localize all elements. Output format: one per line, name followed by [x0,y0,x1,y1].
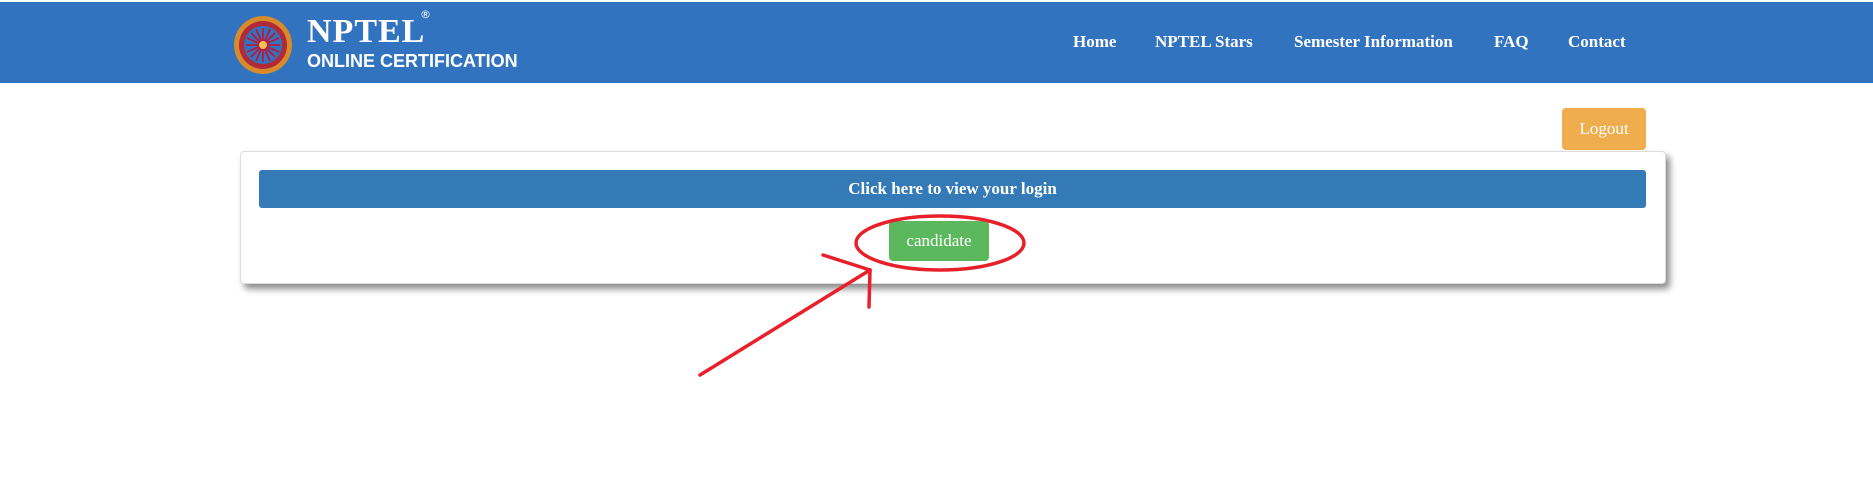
candidate-button[interactable]: candidate [889,221,989,261]
nav-contact[interactable]: Contact [1568,30,1626,54]
nptel-emblem-icon [234,16,292,74]
logout-button[interactable]: Logout [1562,108,1646,150]
nav-home[interactable]: Home [1073,30,1116,54]
brand-subtitle: ONLINE CERTIFICATION [307,51,518,71]
nptel-logo[interactable]: NPTEL ® ONLINE CERTIFICATION [230,8,530,78]
brand-title: NPTEL [307,13,426,50]
top-navbar: NPTEL ® ONLINE CERTIFICATION Home NPTEL … [0,2,1873,83]
registered-mark: ® [420,8,431,21]
nav-nptel-stars[interactable]: NPTEL Stars [1155,30,1253,54]
login-panel: Click here to view your login candidate [240,151,1666,284]
view-login-header[interactable]: Click here to view your login [259,170,1646,208]
nav-faq[interactable]: FAQ [1494,30,1529,54]
nav-semester-information[interactable]: Semester Information [1294,30,1453,54]
